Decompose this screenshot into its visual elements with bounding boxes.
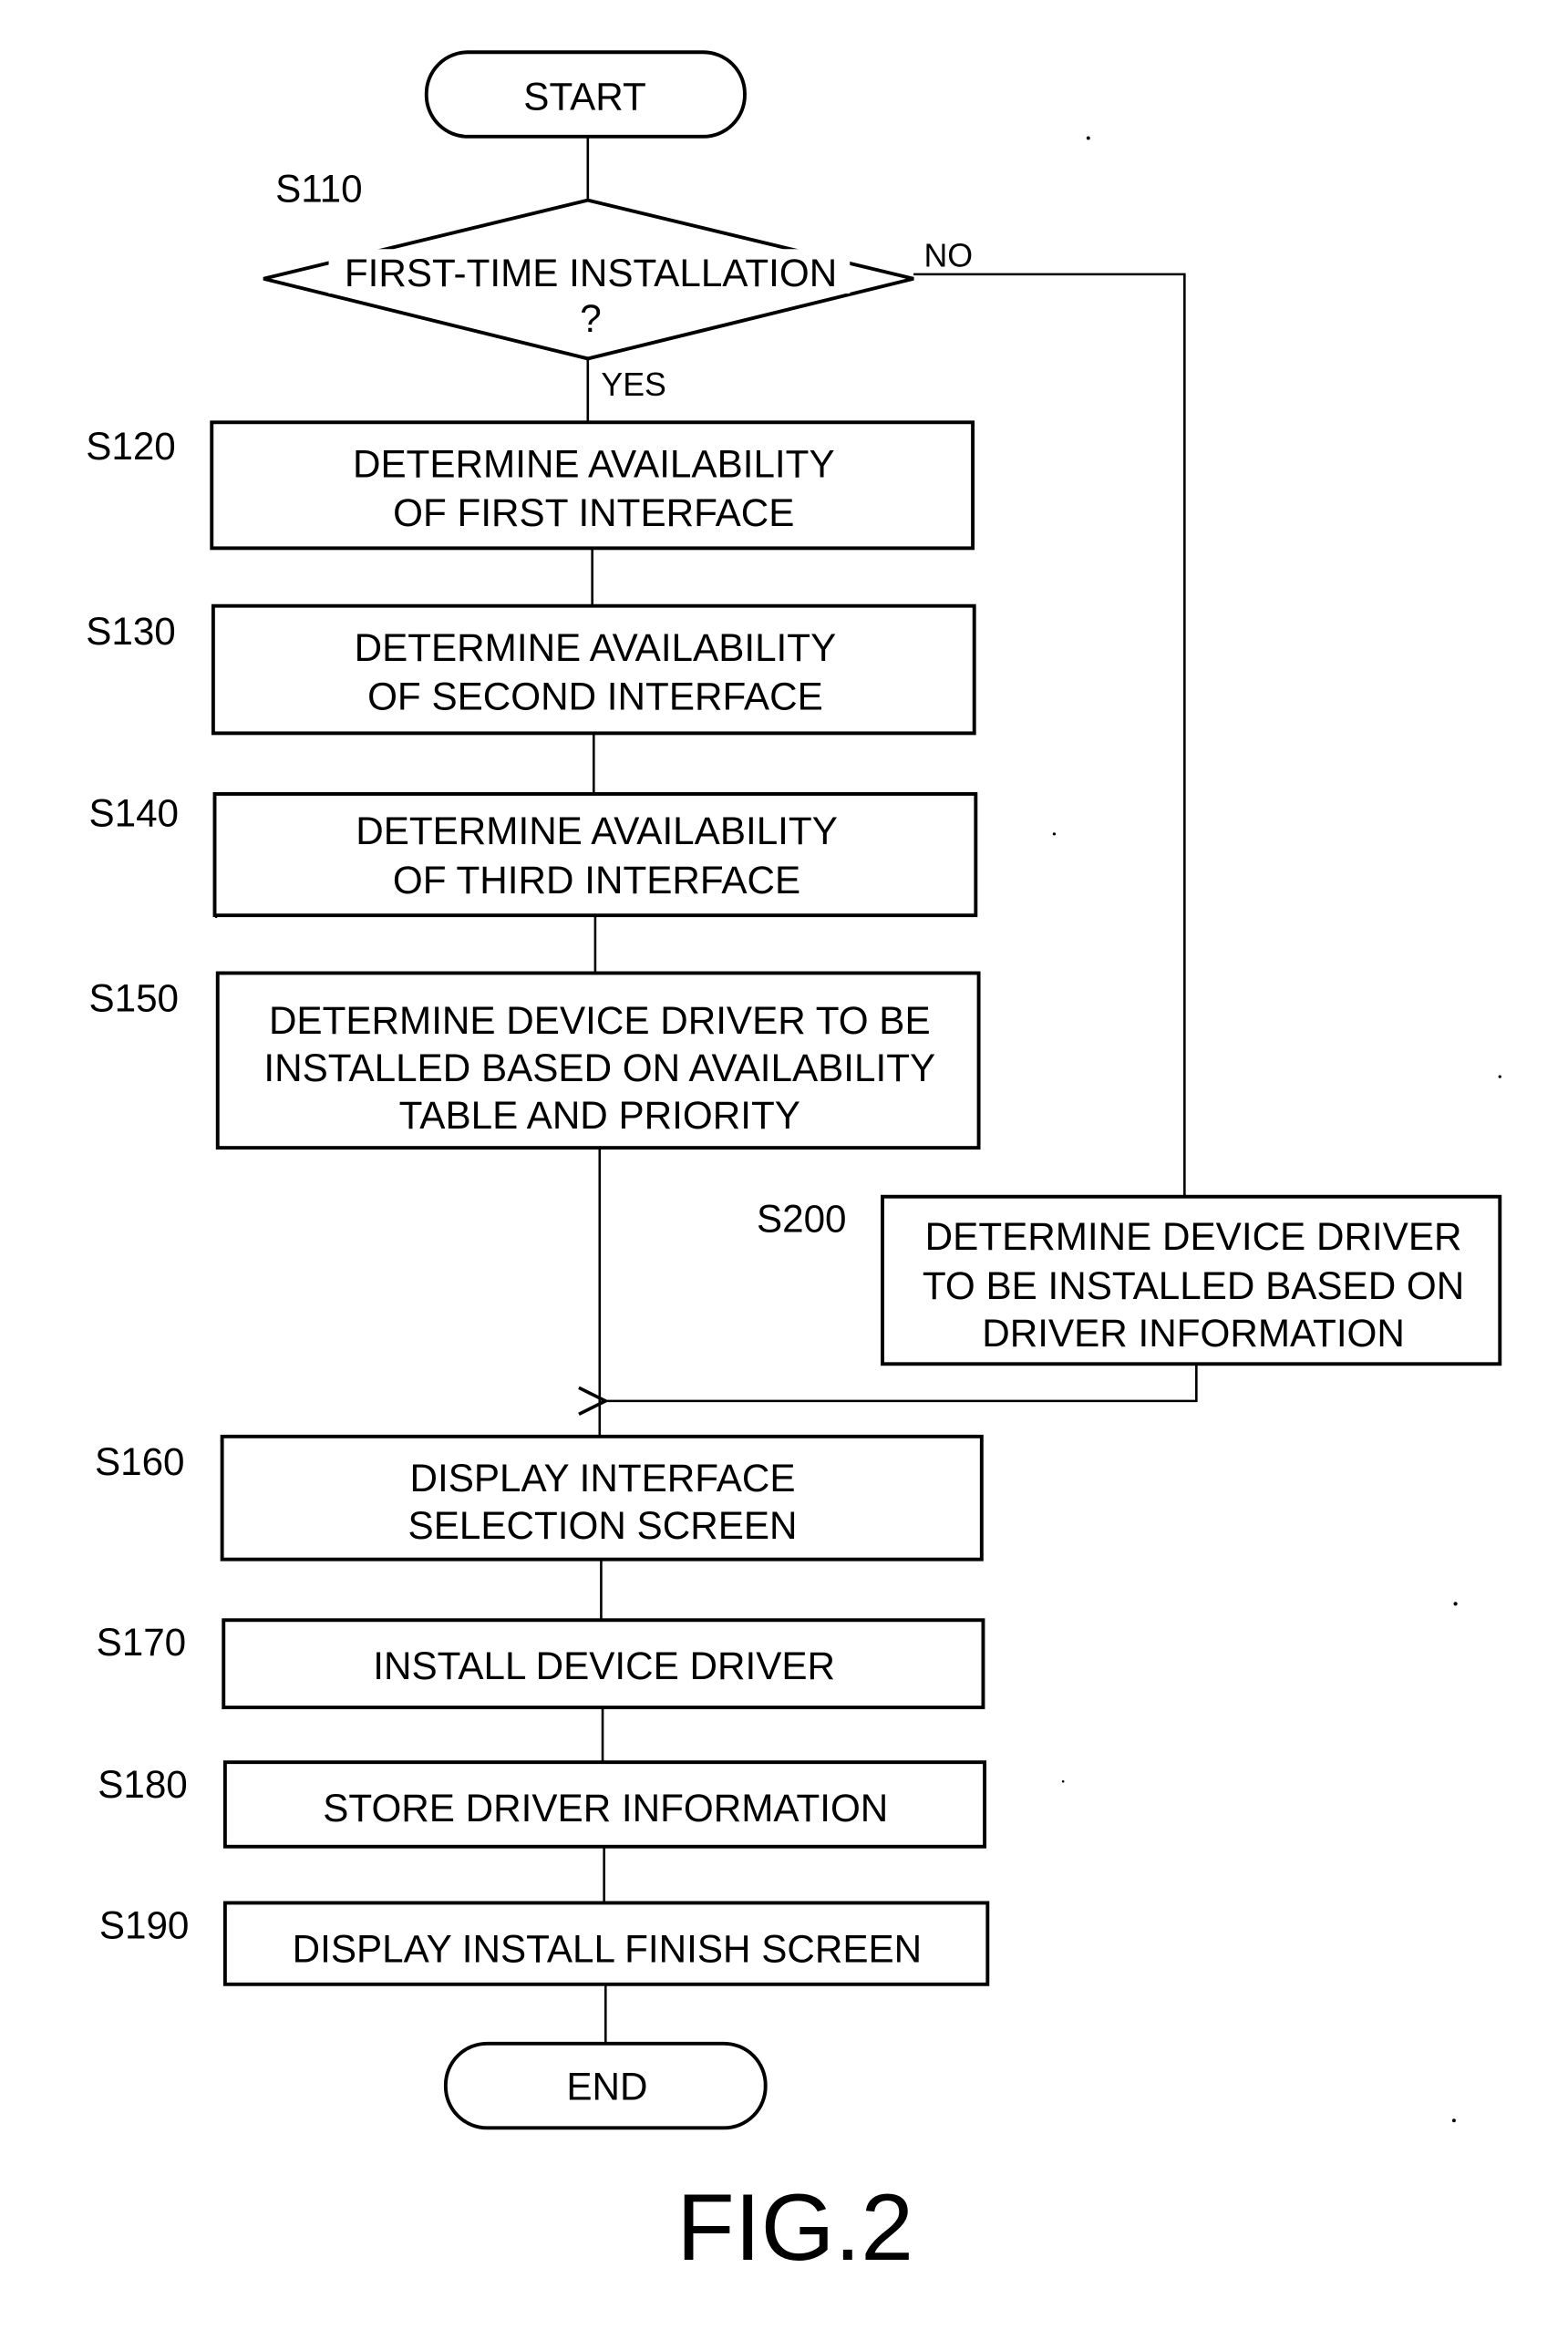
s200-line-1: DETERMINE DEVICE DRIVER (925, 1215, 1462, 1258)
process-box-s180: STORE DRIVER INFORMATION (222, 1760, 987, 1849)
step-label-s190: S190 (99, 1903, 190, 1946)
no-label: NO (923, 238, 973, 274)
connector-s200-merge (607, 1364, 1198, 1401)
process-box-s200: DETERMINE DEVICE DRIVER TO BE INSTALLED … (881, 1194, 1502, 1366)
s180-line-1: STORE DRIVER INFORMATION (323, 1787, 888, 1830)
s160-line-2: SELECTION SCREEN (408, 1504, 798, 1547)
start-label: START (523, 76, 646, 119)
decision-first-time-installation: FIRST-TIME INSTALLATION ? (263, 198, 914, 361)
figure-label: FIG.2 (676, 2175, 913, 2281)
process-box-s120: DETERMINE AVAILABILITY OF FIRST INTERFAC… (210, 420, 975, 551)
end-terminal: END (443, 2041, 768, 2130)
s160-line-1: DISPLAY INTERFACE (409, 1457, 795, 1500)
decision-text-line-2: ? (580, 297, 601, 340)
process-box-s130: DETERMINE AVAILABILITY OF SECOND INTERFA… (211, 603, 976, 736)
step-label-s170: S170 (97, 1621, 187, 1664)
s200-line-3: DRIVER INFORMATION (982, 1312, 1405, 1355)
s150-line-3: TABLE AND PRIORITY (399, 1094, 800, 1137)
s140-line-1: DETERMINE AVAILABILITY (356, 809, 838, 852)
process-box-s190: DISPLAY INSTALL FINISH SCREEN (222, 1901, 990, 1986)
step-label-s140: S140 (88, 792, 179, 835)
s150-line-2: INSTALLED BASED ON AVAILABILITY (263, 1046, 935, 1089)
step-label-s200: S200 (757, 1198, 847, 1241)
step-label-s110: S110 (275, 167, 362, 210)
process-box-s150: DETERMINE DEVICE DRIVER TO BE INSTALLED … (215, 971, 981, 1150)
process-box-s170: INSTALL DEVICE DRIVER (222, 1618, 985, 1710)
s130-line-2: OF SECOND INTERFACE (367, 675, 823, 717)
s150-line-1: DETERMINE DEVICE DRIVER TO BE (269, 999, 931, 1042)
end-label: END (566, 2065, 647, 2108)
s130-line-1: DETERMINE AVAILABILITY (355, 626, 837, 669)
s120-line-2: OF FIRST INTERFACE (393, 491, 794, 534)
step-label-s180: S180 (98, 1763, 188, 1806)
s170-line-1: INSTALL DEVICE DRIVER (373, 1644, 835, 1687)
s140-line-2: OF THIRD INTERFACE (393, 859, 800, 902)
yes-label: YES (601, 366, 665, 403)
s200-line-2: TO BE INSTALLED BASED ON (923, 1264, 1464, 1307)
step-label-s150: S150 (88, 977, 179, 1020)
s190-line-1: DISPLAY INSTALL FINISH SCREEN (293, 1927, 923, 1970)
step-label-s120: S120 (86, 425, 176, 468)
step-label-s160: S160 (95, 1440, 185, 1483)
step-label-s130: S130 (86, 610, 176, 653)
flowchart: START S110 FIRST-TIME INSTALLATION ? NO … (86, 50, 1502, 2281)
start-terminal: START (424, 50, 747, 139)
s120-line-1: DETERMINE AVAILABILITY (353, 442, 835, 485)
process-box-s160: DISPLAY INTERFACE SELECTION SCREEN (220, 1434, 984, 1562)
process-box-s140: DETERMINE AVAILABILITY OF THIRD INTERFAC… (212, 792, 978, 918)
decision-text-line-1: FIRST-TIME INSTALLATION (345, 252, 837, 294)
